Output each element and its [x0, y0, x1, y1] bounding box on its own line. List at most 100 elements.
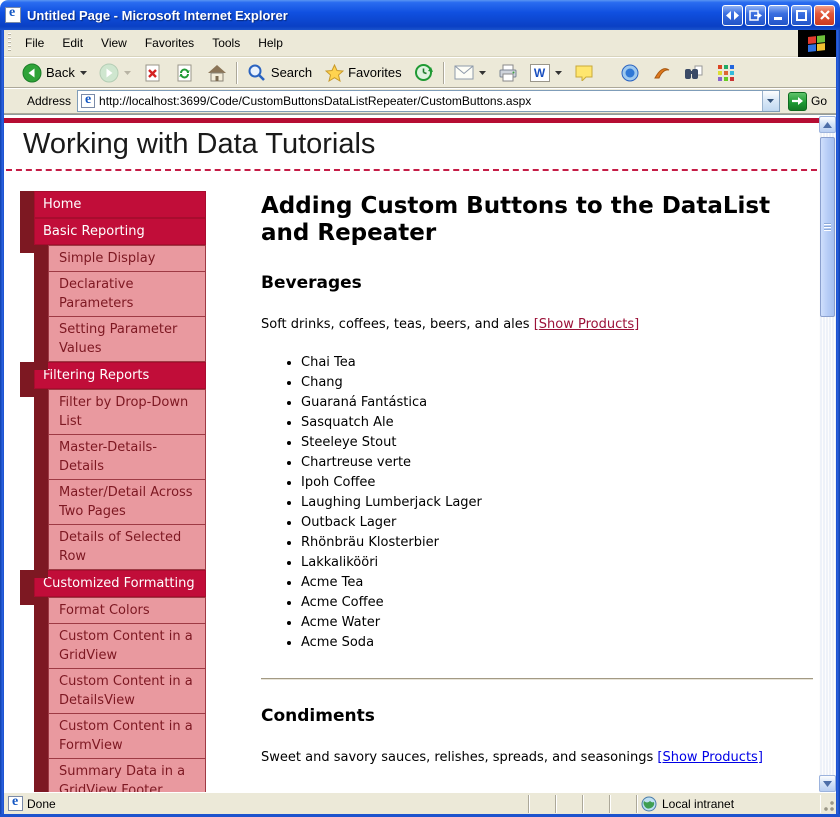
- product-item: Guaraná Fantástica: [301, 393, 813, 413]
- product-item: Acme Soda: [301, 633, 813, 653]
- toolbar-separator: [443, 62, 445, 84]
- menu-view[interactable]: View: [92, 30, 136, 56]
- print-button[interactable]: [492, 60, 524, 86]
- product-item: Acme Tea: [301, 573, 813, 593]
- address-dropdown-button[interactable]: [762, 91, 779, 111]
- site-header: Working with Data Tutorials: [6, 123, 817, 171]
- favorites-label: Favorites: [348, 65, 401, 80]
- edit-dropdown-icon[interactable]: [555, 71, 562, 75]
- title-bar: Untitled Page - Microsoft Internet Explo…: [0, 0, 840, 30]
- product-item: Laughing Lumberjack Lager: [301, 493, 813, 513]
- sidebar-item-home[interactable]: Home: [20, 191, 206, 218]
- maximize-button[interactable]: [791, 5, 812, 26]
- menu-bar: File Edit View Favorites Tools Help: [4, 30, 836, 57]
- menu-edit[interactable]: Edit: [53, 30, 92, 56]
- security-zone-pane: Local intranet: [637, 795, 820, 813]
- status-pane-empty: [583, 795, 610, 813]
- windows-logo-throbber: [798, 30, 836, 57]
- forward-button[interactable]: [93, 60, 137, 86]
- nav-group-home: Home: [20, 191, 206, 218]
- sidebar-item-basic-reporting[interactable]: Basic Reporting: [20, 218, 206, 245]
- sidebar-item-details-of-selected-row[interactable]: Details of Selected Row: [48, 524, 206, 570]
- section-title-beverages: Beverages: [261, 273, 813, 293]
- sidebar-item-format-colors[interactable]: Format Colors: [48, 597, 206, 624]
- resize-arrows-button[interactable]: [722, 5, 743, 26]
- home-icon: [207, 63, 227, 83]
- vertical-scrollbar[interactable]: [819, 116, 836, 792]
- ie-window: Untitled Page - Microsoft Internet Explo…: [0, 0, 840, 817]
- search-button[interactable]: Search: [241, 60, 318, 86]
- menubar-grip[interactable]: [6, 33, 14, 53]
- back-dropdown-icon[interactable]: [80, 71, 87, 75]
- research-button[interactable]: [678, 60, 710, 86]
- search-icon: [247, 63, 267, 83]
- product-item: Steeleye Stout: [301, 433, 813, 453]
- sidebar-item-custom-content-gridview[interactable]: Custom Content in a GridView: [48, 623, 206, 669]
- refresh-button[interactable]: [169, 60, 201, 86]
- nav-subs-filtering-reports: Filter by Drop-Down List Master-Details-…: [34, 389, 206, 570]
- back-icon: [22, 63, 42, 83]
- menu-file[interactable]: File: [16, 30, 53, 56]
- window-title: Untitled Page - Microsoft Internet Explo…: [27, 8, 720, 23]
- toolbar-separator: [236, 62, 238, 84]
- history-button[interactable]: [408, 60, 440, 86]
- pixel-grid-icon: [716, 63, 736, 83]
- bracket-close: ]: [634, 317, 639, 332]
- home-button[interactable]: [201, 60, 233, 86]
- search-label: Search: [271, 65, 312, 80]
- resize-grip[interactable]: [820, 795, 836, 813]
- standard-buttons-toolbar: Back Search Favorites W: [4, 57, 836, 88]
- edit-with-word-button[interactable]: W: [524, 61, 568, 85]
- stop-button[interactable]: [137, 60, 169, 86]
- stop-icon: [143, 63, 163, 83]
- addon-swoosh-button[interactable]: [646, 60, 678, 86]
- forward-dropdown-icon[interactable]: [124, 71, 131, 75]
- messenger-button[interactable]: [614, 60, 646, 86]
- mail-dropdown-icon[interactable]: [479, 71, 486, 75]
- sidebar-item-filter-by-dropdown-list[interactable]: Filter by Drop-Down List: [48, 389, 206, 435]
- status-pane: Done: [4, 795, 529, 813]
- page-body: Home Basic Reporting Simple Display Decl…: [4, 171, 819, 765]
- sidebar-item-custom-content-detailsview[interactable]: Custom Content in a DetailsView: [48, 668, 206, 714]
- menu-tools[interactable]: Tools: [203, 30, 249, 56]
- address-box: [77, 90, 780, 112]
- scroll-up-button[interactable]: [819, 116, 836, 133]
- minimize-button[interactable]: [768, 5, 789, 26]
- beverages-description: Soft drinks, coffees, teas, beers, and a…: [261, 317, 534, 332]
- show-products-link-beverages[interactable]: Show Products: [539, 317, 634, 332]
- scrollbar-grip: [824, 223, 831, 231]
- product-item: Rhönbräu Klosterbier: [301, 533, 813, 553]
- sidebar-item-setting-parameter-values[interactable]: Setting Parameter Values: [48, 316, 206, 362]
- sidebar-item-master-details-details[interactable]: Master-Details-Details: [48, 434, 206, 480]
- sidebar-item-declarative-parameters[interactable]: Declarative Parameters: [48, 271, 206, 317]
- forward-icon: [99, 63, 119, 83]
- mail-button[interactable]: [448, 60, 492, 86]
- addon-grid-button[interactable]: [710, 60, 742, 86]
- go-label[interactable]: Go: [811, 94, 827, 108]
- show-products-link-condiments[interactable]: Show Products: [662, 750, 757, 765]
- back-button[interactable]: Back: [16, 60, 93, 86]
- sidebar-item-simple-display[interactable]: Simple Display: [48, 245, 206, 272]
- product-item: Acme Coffee: [301, 593, 813, 613]
- favorites-button[interactable]: Favorites: [318, 60, 407, 86]
- go-button[interactable]: [788, 92, 807, 111]
- scroll-down-button[interactable]: [819, 775, 836, 792]
- menu-favorites[interactable]: Favorites: [136, 30, 203, 56]
- browser-viewport: Working with Data Tutorials Home Basic R…: [4, 114, 836, 792]
- product-item: Outback Lager: [301, 513, 813, 533]
- undock-button[interactable]: [745, 5, 766, 26]
- back-label: Back: [46, 65, 75, 80]
- discuss-button[interactable]: [568, 60, 600, 86]
- mail-icon: [454, 63, 474, 83]
- address-input[interactable]: [95, 92, 762, 110]
- scrollbar-thumb[interactable]: [820, 137, 835, 317]
- print-icon: [498, 63, 518, 83]
- product-item: Lakkalikööri: [301, 553, 813, 573]
- sidebar-item-summary-data-footer[interactable]: Summary Data in a GridView Footer: [48, 758, 206, 792]
- close-button[interactable]: [814, 5, 835, 26]
- sidebar-item-master-detail-two-pages[interactable]: Master/Detail Across Two Pages: [48, 479, 206, 525]
- swoosh-icon: [652, 63, 672, 83]
- nav-group-basic-reporting: Basic Reporting Simple Display Declarati…: [20, 218, 206, 362]
- menu-help[interactable]: Help: [249, 30, 292, 56]
- sidebar-item-custom-content-formview[interactable]: Custom Content in a FormView: [48, 713, 206, 759]
